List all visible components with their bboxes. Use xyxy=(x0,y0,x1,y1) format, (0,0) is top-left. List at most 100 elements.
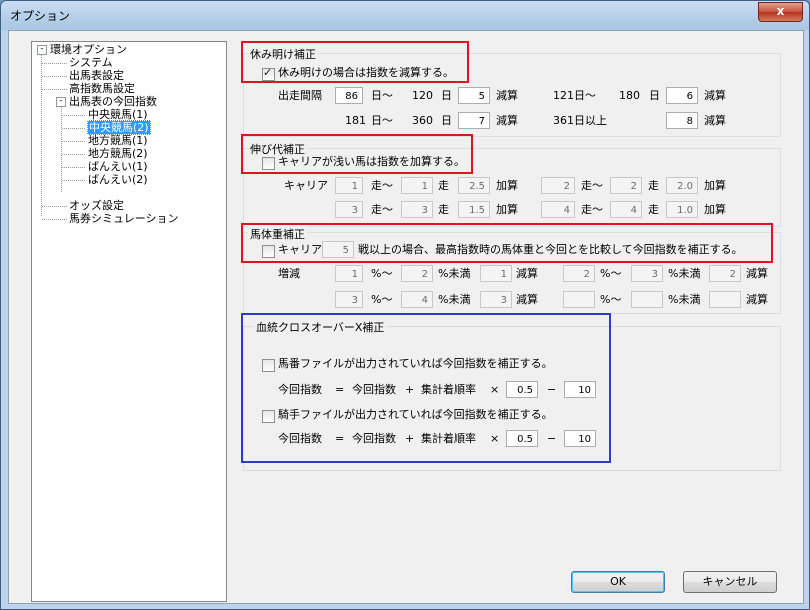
unit-label: 日〜 xyxy=(371,89,393,102)
unit-label: %未満 xyxy=(668,293,701,306)
tree-line xyxy=(62,167,85,168)
growth-from[interactable]: 2 xyxy=(541,177,575,194)
close-button[interactable]: x xyxy=(758,2,803,22)
red-highlight-weight xyxy=(241,223,773,263)
cross-jockey-checkbox[interactable] xyxy=(262,410,275,423)
unit-label: 走 xyxy=(438,179,449,192)
unit-label: %〜 xyxy=(600,293,622,306)
cross-jockey-checkbox-label: 騎手ファイルが出力されていれば今回指数を補正する。 xyxy=(278,408,553,421)
ok-button[interactable]: OK xyxy=(571,571,665,593)
growth-from[interactable]: 3 xyxy=(335,201,363,218)
weight-to[interactable]: 3 xyxy=(631,265,663,282)
weight-to[interactable]: 2 xyxy=(401,265,433,282)
growth-to[interactable]: 1 xyxy=(401,177,433,194)
cross-horse-factor[interactable]: 0.5 xyxy=(506,381,538,398)
weight-from[interactable]: 3 xyxy=(335,291,363,308)
rest-value-1[interactable]: 5 xyxy=(458,87,490,104)
weight-from[interactable]: 1 xyxy=(335,265,363,282)
red-highlight-growth xyxy=(241,134,473,174)
rest-value-2[interactable]: 6 xyxy=(666,87,698,104)
formula-term: 今回指数 xyxy=(352,383,396,396)
weight-to[interactable]: 4 xyxy=(401,291,433,308)
unit-label: 日〜 xyxy=(371,114,393,127)
formula-operator: + xyxy=(405,432,415,445)
tree-item-high-index[interactable]: 高指数馬設定 xyxy=(69,82,135,95)
unit-label: 走〜 xyxy=(581,203,603,216)
rest-from-3: 181 xyxy=(345,114,366,127)
cross-horse-checkbox[interactable] xyxy=(262,359,275,372)
growth-to[interactable]: 4 xyxy=(610,201,642,218)
unit-label: 走 xyxy=(648,179,659,192)
rest-from-1[interactable]: 86 xyxy=(335,87,363,104)
rest-to-3: 360 xyxy=(412,114,433,127)
tree-item-betting-sim[interactable]: 馬券シミュレーション xyxy=(69,212,179,225)
formula-operator: × xyxy=(490,432,500,445)
weight-sub-value[interactable] xyxy=(709,291,741,308)
tree-line xyxy=(42,219,67,220)
tree-item-odds[interactable]: オッズ設定 xyxy=(69,199,124,212)
tree-item-banei-1[interactable]: ばんえい(1) xyxy=(88,160,148,173)
unit-label: 減算 xyxy=(746,267,768,280)
tree-line xyxy=(42,89,67,90)
unit-label: 日 xyxy=(441,114,452,127)
formula-operator: − xyxy=(547,432,557,445)
growth-add-value[interactable]: 1.0 xyxy=(666,201,698,218)
title-bar[interactable]: オプション x xyxy=(1,1,809,29)
unit-label: 日〜 xyxy=(574,89,596,102)
cross-horse-offset[interactable]: 10 xyxy=(564,381,596,398)
growth-to[interactable]: 3 xyxy=(401,201,433,218)
tree-item-system[interactable]: システム xyxy=(69,56,113,69)
formula-term: 集計着順率 xyxy=(421,383,476,396)
rest-from-2: 121 xyxy=(553,89,574,102)
weight-to[interactable] xyxy=(631,291,663,308)
growth-add-value[interactable]: 2.0 xyxy=(666,177,698,194)
unit-label: 減算 xyxy=(516,267,538,280)
weight-sub-value[interactable]: 2 xyxy=(709,265,741,282)
tree-item-root[interactable]: 環境オプション xyxy=(50,43,127,56)
cross-horse-checkbox-label: 馬番ファイルが出力されていれば今回指数を補正する。 xyxy=(278,357,553,370)
rest-to-2: 180 xyxy=(619,89,640,102)
career-label: キャリア xyxy=(284,179,328,192)
cross-jockey-offset[interactable]: 10 xyxy=(564,430,596,447)
unit-label: 走 xyxy=(648,203,659,216)
tree-item-central-2[interactable]: 中央競馬(2) xyxy=(87,120,151,135)
cross-jockey-factor[interactable]: 0.5 xyxy=(506,430,538,447)
growth-from[interactable]: 4 xyxy=(541,201,575,218)
rest-value-3[interactable]: 7 xyxy=(458,112,490,129)
growth-add-value[interactable]: 2.5 xyxy=(458,177,490,194)
growth-add-value[interactable]: 1.5 xyxy=(458,201,490,218)
formula-operator: − xyxy=(547,383,557,396)
unit-label: %未満 xyxy=(668,267,701,280)
tree-item-banei-2[interactable]: ばんえい(2) xyxy=(88,173,148,186)
tree-item-local-1[interactable]: 地方競馬(1) xyxy=(88,134,148,147)
weight-sub-value[interactable]: 3 xyxy=(480,291,512,308)
unit-label: 減算 xyxy=(496,114,518,127)
cancel-button[interactable]: キャンセル xyxy=(683,571,777,593)
tree-item-local-2[interactable]: 地方競馬(2) xyxy=(88,147,148,160)
unit-label: %未満 xyxy=(438,293,471,306)
unit-label: %〜 xyxy=(371,293,393,306)
unit-label: 減算 xyxy=(704,114,726,127)
weight-from[interactable]: 2 xyxy=(563,265,595,282)
tree-item-current-index[interactable]: 出馬表の今回指数 xyxy=(69,95,157,108)
weight-sub-value[interactable]: 1 xyxy=(480,265,512,282)
tree-root-expander[interactable]: - xyxy=(37,45,47,55)
growth-to[interactable]: 2 xyxy=(610,177,642,194)
weight-from[interactable] xyxy=(563,291,595,308)
tree-line xyxy=(42,63,67,64)
dialog-client: - 環境オプション システム 出馬表設定 高指数馬設定 - 出馬表の今回指数 中… xyxy=(8,30,804,604)
unit-label: %〜 xyxy=(600,267,622,280)
tree-line xyxy=(42,76,67,77)
interval-label: 出走間隔 xyxy=(278,89,322,102)
tree-item-entry-settings[interactable]: 出馬表設定 xyxy=(69,69,124,82)
formula-term: 今回指数 xyxy=(278,432,322,445)
unit-label: %〜 xyxy=(371,267,393,280)
unit-label: 日 xyxy=(649,89,660,102)
unit-label: 加算 xyxy=(704,179,726,192)
options-tree[interactable]: - 環境オプション システム 出馬表設定 高指数馬設定 - 出馬表の今回指数 中… xyxy=(31,41,227,602)
formula-operator: = xyxy=(335,383,345,396)
growth-from[interactable]: 1 xyxy=(335,177,363,194)
tree-line xyxy=(62,115,85,116)
rest-value-4[interactable]: 8 xyxy=(666,112,698,129)
formula-term: 集計着順率 xyxy=(421,432,476,445)
